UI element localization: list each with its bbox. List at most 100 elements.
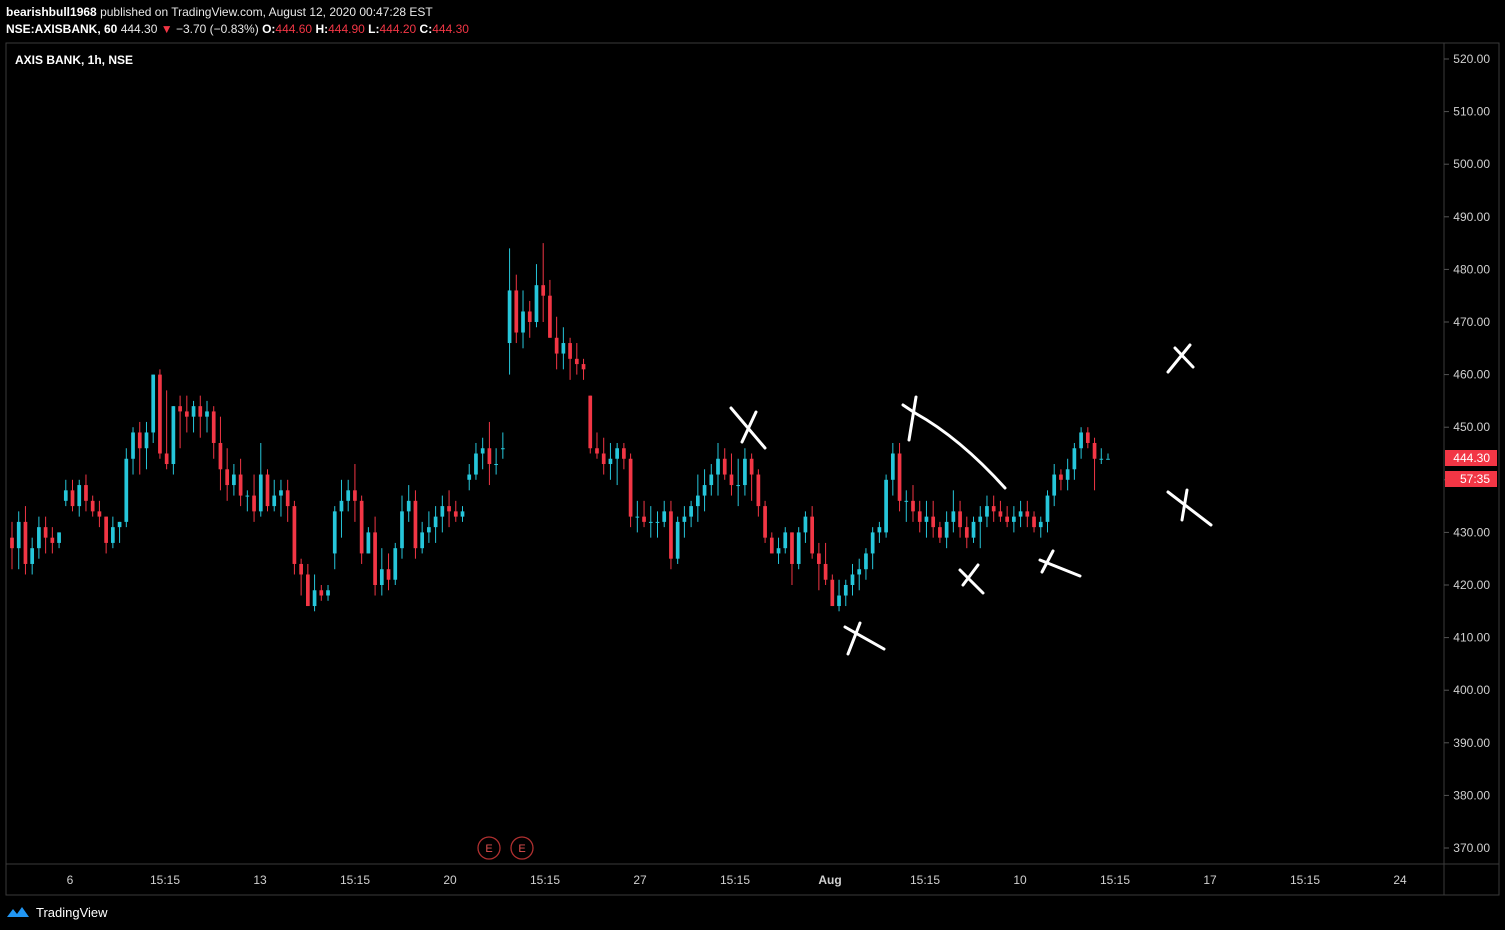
candle bbox=[171, 406, 176, 475]
candle-body bbox=[850, 574, 855, 585]
candle-body bbox=[998, 511, 1003, 517]
x-mark-drawing[interactable] bbox=[901, 395, 1007, 490]
candle bbox=[211, 406, 216, 459]
candle bbox=[1012, 506, 1016, 533]
earnings-marker-label: E bbox=[485, 843, 492, 855]
candle bbox=[420, 521, 425, 554]
candle-body bbox=[527, 311, 532, 322]
candle bbox=[682, 506, 687, 538]
candle bbox=[695, 474, 700, 522]
candle bbox=[527, 300, 532, 338]
candle bbox=[63, 479, 68, 507]
candle bbox=[911, 485, 915, 522]
candle bbox=[837, 579, 841, 612]
time-axis[interactable]: 6 15:15 13 15:15 20 15:15 27 15:15 Aug 15:15 10 15:… bbox=[67, 873, 1407, 887]
candle-body bbox=[897, 453, 902, 501]
price-axis-label: 410.00 bbox=[1453, 631, 1490, 645]
candle-body bbox=[393, 548, 398, 580]
candle-body bbox=[796, 532, 801, 564]
candle-body bbox=[373, 532, 377, 585]
price-axis-label: 520.00 bbox=[1453, 52, 1490, 66]
candle bbox=[642, 500, 646, 528]
candle-body bbox=[285, 490, 290, 507]
candle bbox=[554, 316, 559, 370]
candle-body bbox=[729, 474, 734, 486]
candle bbox=[843, 579, 848, 607]
candle-body bbox=[749, 458, 754, 475]
time-axis-label: 10 bbox=[1013, 873, 1027, 887]
candle bbox=[796, 527, 801, 570]
candle bbox=[467, 464, 472, 491]
candle-body bbox=[265, 474, 270, 507]
candlestick-chart[interactable]: AXIS BANK, 1h, NSE 520.00 510.00 500.00 490… bbox=[0, 0, 1505, 900]
candle-body bbox=[319, 590, 324, 596]
x-mark-drawing[interactable] bbox=[1166, 343, 1195, 374]
candle bbox=[615, 442, 620, 486]
candle-body bbox=[433, 516, 438, 528]
candle bbox=[998, 500, 1003, 522]
candle bbox=[144, 421, 149, 470]
candle bbox=[299, 558, 303, 596]
candle-body bbox=[447, 506, 451, 512]
candle bbox=[413, 490, 418, 559]
footer-brand[interactable]: TradingView bbox=[6, 902, 108, 922]
candle-body bbox=[494, 464, 498, 466]
candle bbox=[265, 469, 270, 512]
candle-body bbox=[97, 511, 102, 517]
candle bbox=[37, 516, 41, 559]
candle bbox=[1032, 511, 1036, 533]
candle-body bbox=[474, 453, 478, 475]
candle-body bbox=[1025, 511, 1030, 517]
candle-body bbox=[326, 590, 330, 596]
candle-body bbox=[379, 569, 384, 585]
candle-body bbox=[568, 343, 572, 359]
candle bbox=[225, 448, 230, 501]
candle bbox=[238, 458, 243, 507]
candle bbox=[131, 427, 135, 475]
x-mark-drawing[interactable] bbox=[958, 563, 985, 595]
candle bbox=[1045, 490, 1050, 533]
candle bbox=[924, 500, 929, 538]
candle-body bbox=[917, 511, 922, 522]
candle-body bbox=[306, 574, 310, 607]
candle-body bbox=[144, 432, 149, 449]
candle-body bbox=[675, 521, 680, 559]
candle-body bbox=[722, 458, 727, 475]
candle bbox=[124, 448, 129, 528]
candle-body bbox=[406, 500, 411, 512]
candle-body bbox=[1099, 458, 1104, 460]
candle bbox=[736, 458, 741, 507]
candle bbox=[218, 416, 223, 491]
candle bbox=[944, 511, 949, 549]
candle-body bbox=[870, 532, 875, 554]
candle-body bbox=[964, 527, 969, 538]
candle bbox=[931, 500, 936, 538]
candle-body bbox=[985, 506, 989, 517]
candle bbox=[393, 542, 398, 585]
x-mark-drawing[interactable] bbox=[843, 621, 886, 656]
candle-body bbox=[1106, 458, 1110, 460]
candle bbox=[581, 358, 586, 380]
x-mark-drawing[interactable] bbox=[1038, 549, 1082, 578]
countdown-tag-text: 57:35 bbox=[1460, 472, 1490, 486]
candles-group bbox=[10, 243, 1110, 612]
candle-body bbox=[70, 490, 75, 507]
candle bbox=[608, 442, 613, 480]
x-mark-drawing[interactable] bbox=[729, 406, 767, 450]
candle-body bbox=[23, 521, 28, 564]
candle-body bbox=[534, 285, 539, 322]
candle-body bbox=[104, 516, 108, 543]
time-axis-label: 27 bbox=[633, 873, 647, 887]
candle-body bbox=[763, 506, 767, 538]
candle-body bbox=[1085, 432, 1090, 443]
candle-body bbox=[635, 516, 640, 518]
candle-body bbox=[843, 585, 848, 596]
candle bbox=[272, 479, 277, 512]
candle bbox=[326, 585, 330, 601]
candle-body bbox=[991, 506, 996, 512]
candle bbox=[601, 437, 606, 475]
candle-body bbox=[810, 516, 814, 554]
candle-body bbox=[890, 453, 895, 480]
x-mark-drawing[interactable] bbox=[1166, 488, 1213, 527]
candle bbox=[823, 542, 828, 585]
